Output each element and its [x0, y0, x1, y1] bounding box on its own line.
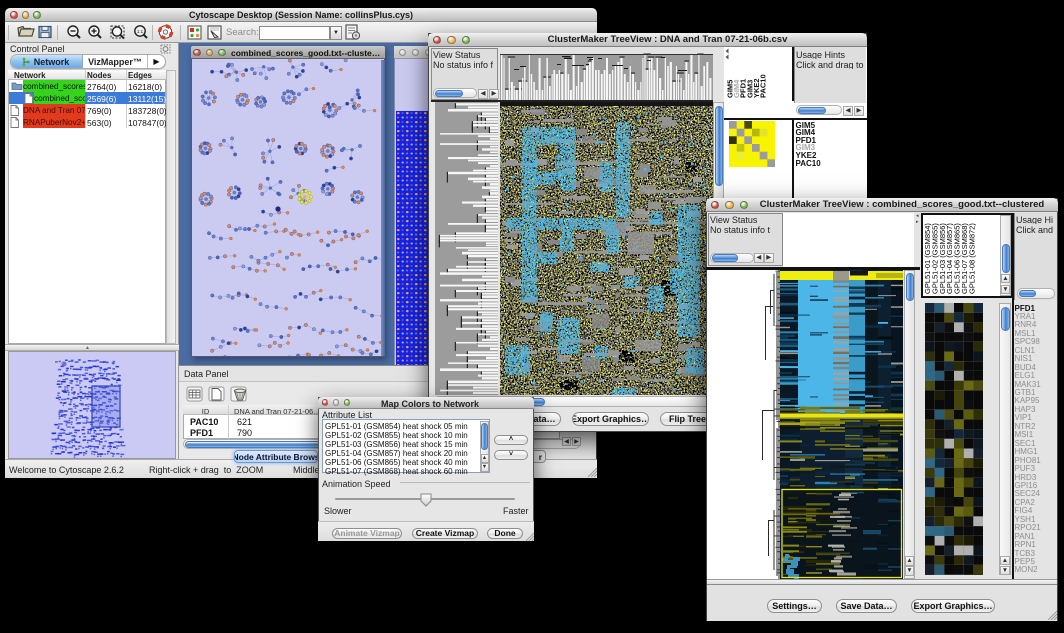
svg-text:GPL51-08 (GSM872): GPL51-08 (GSM872): [967, 222, 976, 293]
svg-text:1:1: 1:1: [137, 29, 144, 34]
svg-text:PAC10: PAC10: [759, 74, 768, 98]
